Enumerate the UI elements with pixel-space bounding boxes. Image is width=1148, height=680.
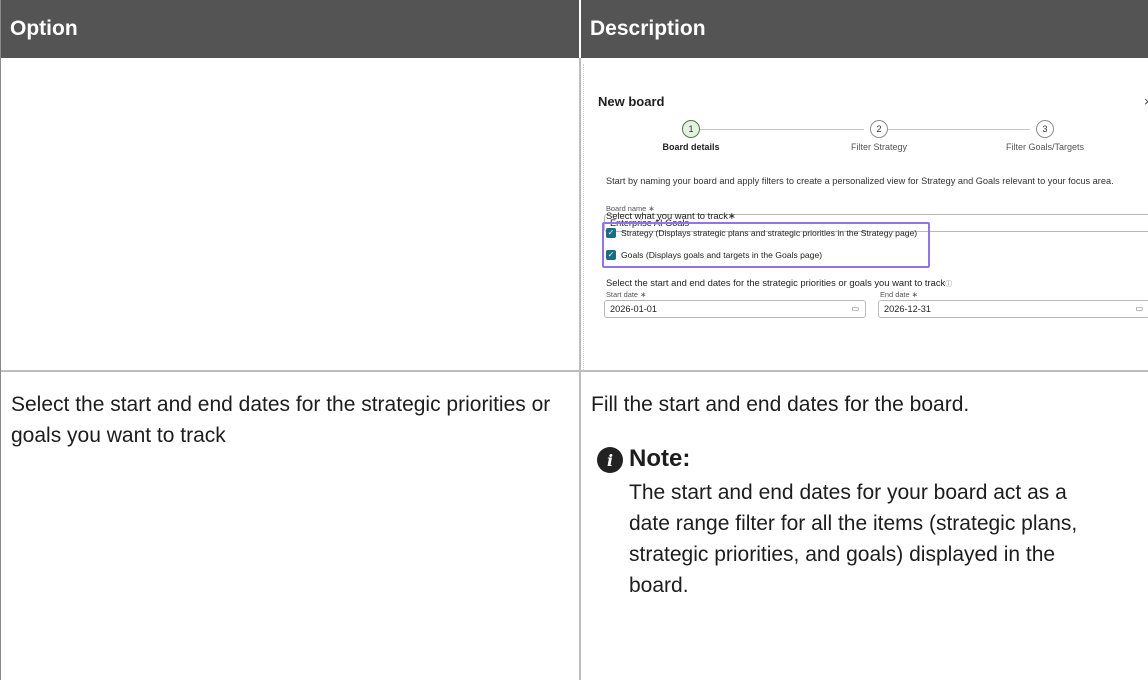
step-2-label: Filter Strategy [850, 142, 908, 152]
end-date-field[interactable]: 2026-12-31 ▭ [878, 300, 1148, 318]
calendar-icon[interactable]: ▭ [1135, 304, 1143, 313]
step-1-label: Board details [662, 142, 720, 152]
row1-option-cell [1, 58, 579, 371]
note-heading: Note: [629, 445, 691, 472]
goals-option-label: Goals (Displays goals and targets in the… [621, 250, 823, 260]
step-connector [888, 129, 1030, 130]
header-description: Description [581, 0, 1148, 58]
row-divider [1, 370, 1148, 372]
info-icon: ⓘ [945, 281, 953, 288]
strategy-checkbox-row[interactable]: ✓ Strategy (Displays strategic plans and… [606, 228, 917, 238]
checkbox-checked-icon[interactable]: ✓ [606, 250, 616, 260]
header-option: Option [1, 0, 579, 58]
step-3-circle: 3 [1036, 120, 1054, 138]
track-label: Select what you want to track∗ [606, 210, 736, 221]
end-date-value: 2026-12-31 [884, 304, 931, 314]
step-2-circle: 2 [870, 120, 888, 138]
new-board-dialog-screenshot: New board × 1 Board details 2 Filter Str… [583, 64, 1148, 370]
step-1-circle: 1 [682, 120, 700, 138]
close-icon[interactable]: × [1144, 94, 1148, 109]
start-date-value: 2026-01-01 [610, 304, 657, 314]
dates-label-text: Select the start and end dates for the s… [606, 277, 946, 288]
info-note-icon: i [597, 447, 623, 473]
options-table: Option Description New board × 1 Board d… [0, 0, 1148, 680]
end-date-label: End date ∗ [880, 290, 918, 299]
row2-option-text: Select the start and end dates for the s… [11, 393, 551, 447]
dates-label: Select the start and end dates for the s… [606, 277, 952, 289]
note-body: The start and end dates for your board a… [629, 481, 1078, 597]
step-connector [700, 129, 864, 130]
column-divider [579, 58, 581, 680]
goals-checkbox-row[interactable]: ✓ Goals (Displays goals and targets in t… [606, 250, 822, 260]
start-date-field[interactable]: 2026-01-01 ▭ [604, 300, 866, 318]
row2-description-text: Fill the start and end dates for the boa… [591, 393, 970, 416]
step-3-label: Filter Goals/Targets [1005, 142, 1085, 152]
checkbox-checked-icon[interactable]: ✓ [606, 228, 616, 238]
start-date-label: Start date ∗ [606, 290, 647, 299]
strategy-option-label: Strategy (Displays strategic plans and s… [621, 228, 918, 238]
intro-text: Start by naming your board and apply fil… [606, 176, 1114, 186]
calendar-icon[interactable]: ▭ [851, 304, 859, 313]
dialog-title: New board [598, 94, 665, 109]
